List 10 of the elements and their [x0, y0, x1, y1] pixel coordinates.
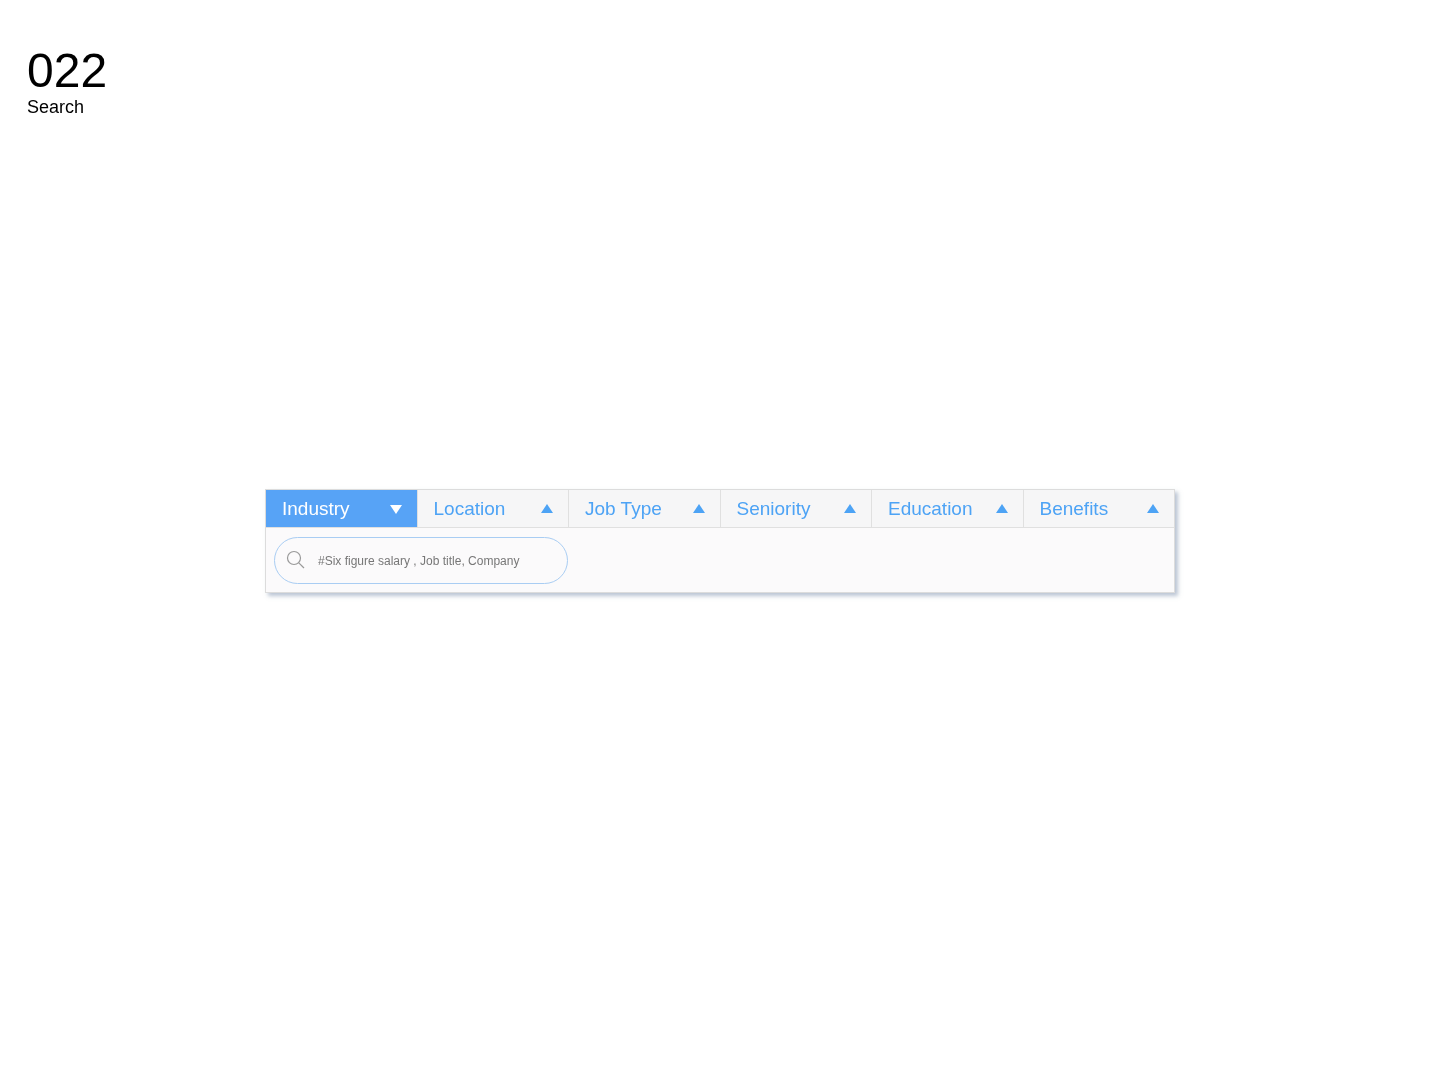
caret-up-icon	[844, 503, 856, 514]
caret-up-icon	[1147, 503, 1159, 514]
filter-tab[interactable]: Industry	[266, 490, 418, 527]
caret-up-icon	[692, 503, 705, 514]
caret-up-icon	[541, 503, 553, 514]
caret-up-icon	[995, 503, 1008, 514]
page-title: Search	[27, 96, 85, 118]
page-number: 022	[27, 46, 108, 96]
search-field[interactable]: #Six figure salary , Job title, Company	[274, 537, 568, 584]
caret-down-icon	[389, 503, 402, 514]
